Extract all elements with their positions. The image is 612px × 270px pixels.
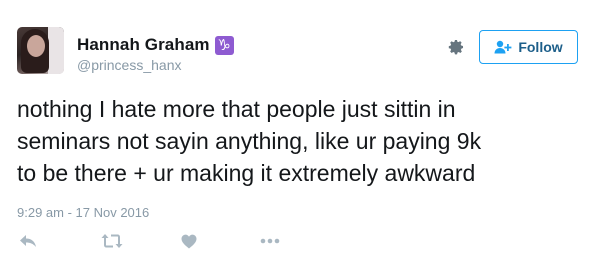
follow-button[interactable]: Follow — [479, 30, 578, 64]
tweet-card: Hannah Graham ♑ @princess_hanx Follow no… — [0, 0, 612, 270]
user-name-row: Hannah Graham ♑ — [77, 35, 234, 55]
avatar[interactable] — [17, 27, 64, 74]
add-user-icon — [494, 40, 512, 54]
display-name[interactable]: Hannah Graham — [77, 35, 210, 55]
retweet-icon[interactable] — [101, 232, 123, 250]
tweet-timestamp[interactable]: 9:29 am - 17 Nov 2016 — [17, 205, 149, 220]
tweet-text: nothing I hate more that people just sit… — [17, 96, 482, 186]
follow-label: Follow — [518, 39, 563, 55]
gear-icon[interactable] — [446, 37, 466, 57]
more-icon[interactable] — [259, 232, 281, 250]
heart-icon[interactable] — [180, 232, 198, 250]
reply-icon[interactable] — [19, 232, 37, 250]
capricorn-emoji: ♑ — [214, 35, 234, 55]
user-handle[interactable]: @princess_hanx — [77, 57, 182, 73]
